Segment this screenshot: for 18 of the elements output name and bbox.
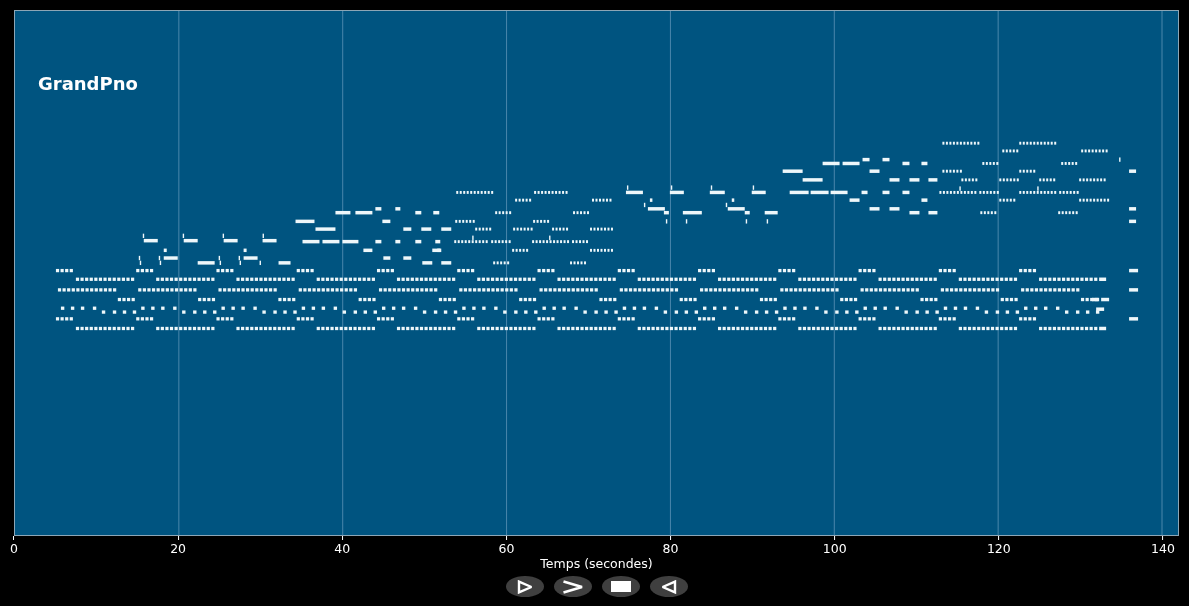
tick-label: 140	[1151, 541, 1175, 556]
play-button[interactable]	[505, 576, 544, 597]
reverse-play-button[interactable]	[649, 576, 688, 597]
play-icon	[516, 579, 533, 594]
axis-title: Temps (secondes)	[540, 556, 653, 571]
chevron-right-icon	[561, 579, 584, 594]
tick-label: 0	[10, 541, 18, 556]
stop-button[interactable]	[601, 576, 640, 597]
tick-label: 60	[498, 541, 515, 556]
track-label: GrandPno	[38, 73, 138, 95]
stop-icon	[610, 581, 631, 592]
tick-label: 40	[334, 541, 351, 556]
next-button[interactable]	[553, 576, 592, 597]
tick-label: 100	[822, 541, 847, 556]
tick-label: 20	[170, 541, 187, 556]
tick-label: 80	[662, 541, 679, 556]
tick-label: 120	[986, 541, 1011, 556]
triangle-left-icon	[660, 579, 677, 594]
